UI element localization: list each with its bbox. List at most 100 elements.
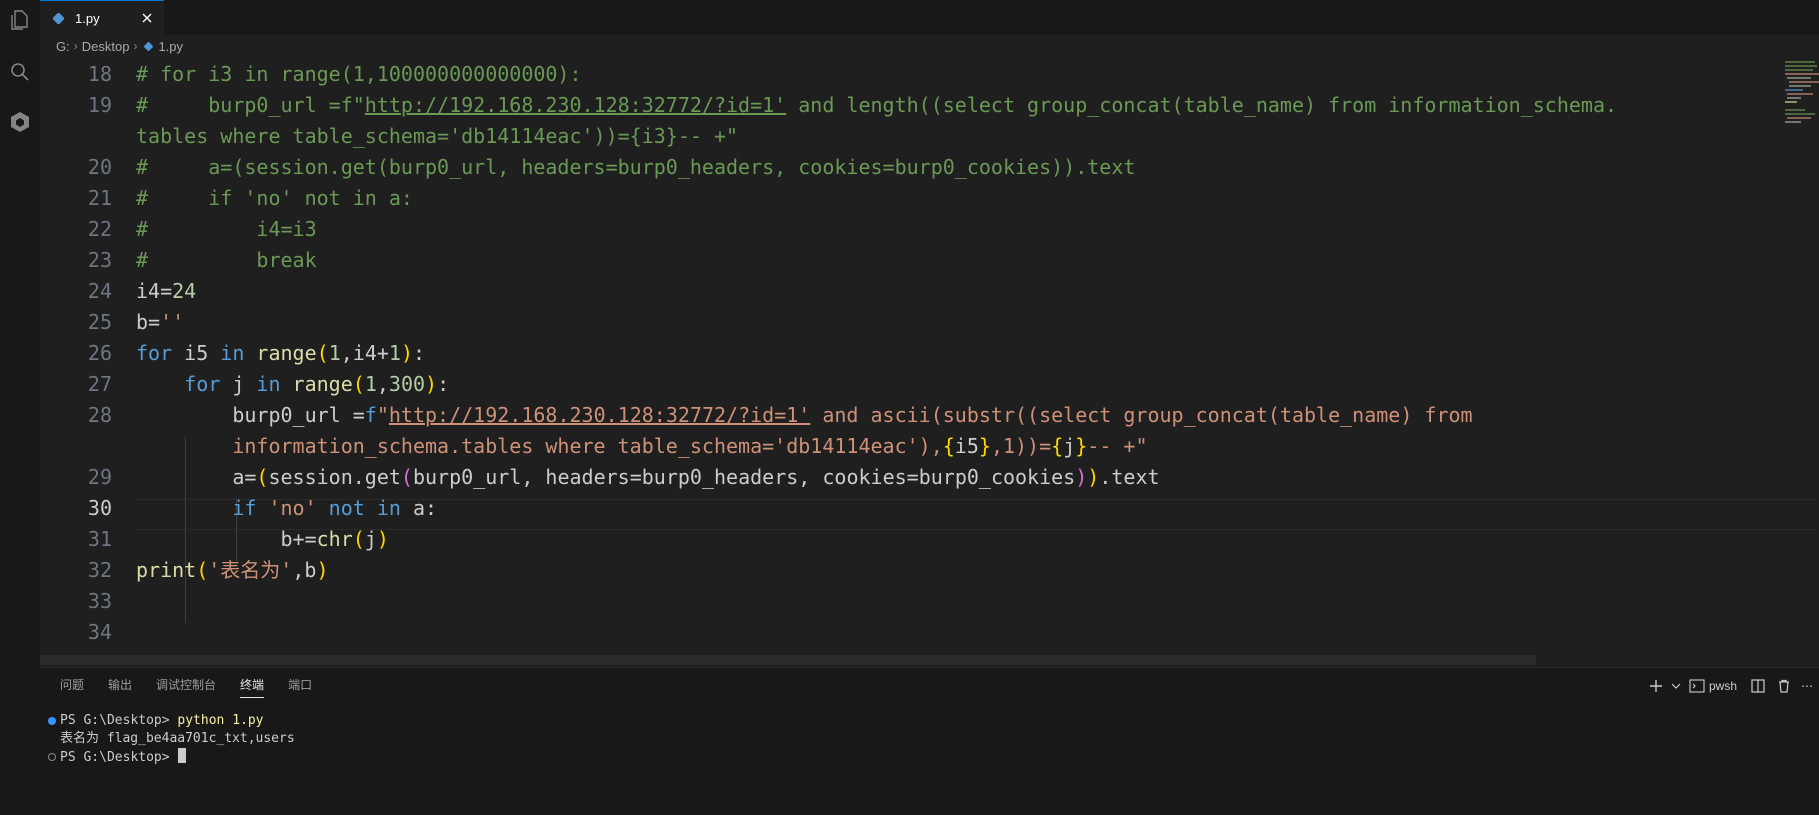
code-token: i4= xyxy=(136,279,173,303)
minimap[interactable] xyxy=(1783,57,1819,147)
line-number: 26 xyxy=(87,341,112,365)
code-token: .text xyxy=(1099,465,1160,489)
code-token: b+= xyxy=(136,527,317,551)
code-token: range xyxy=(280,372,353,396)
code-token: ( xyxy=(352,527,365,551)
line-number: 25 xyxy=(87,310,112,334)
panel-tab[interactable]: 调试控制台 xyxy=(156,668,216,703)
chevron-down-icon[interactable] xyxy=(1671,681,1681,691)
code-token: '表名为' xyxy=(208,558,293,582)
panel-tabs: 问题 输出 调试控制台 终端 端口 xyxy=(60,668,336,703)
code-token: http://192.168.230.128:32772/?id=1' xyxy=(388,403,811,427)
shell-label: pwsh xyxy=(1708,678,1737,693)
trash-icon[interactable] xyxy=(1777,679,1791,693)
line-number-gutter: 18 19 20 21 22 23 24 25 26 27 28 29 30 31 32 33 34 xyxy=(40,57,116,667)
code-editor[interactable]: 18 19 20 21 22 23 24 25 26 27 28 29 30 31 32 33 34 # for… xyxy=(40,57,1819,667)
extension-icon[interactable] xyxy=(4,106,36,138)
split-terminal-icon[interactable] xyxy=(1751,678,1765,693)
chevron-right-icon: › xyxy=(133,39,138,53)
code-token: : xyxy=(413,341,426,365)
code-token: in xyxy=(220,341,245,365)
code-line: # burp0_url =f"http://192.168.230.128:32… xyxy=(136,90,1617,121)
code-token: j xyxy=(220,372,257,396)
line-number: 32 xyxy=(87,558,112,582)
code-token: " xyxy=(376,403,389,427)
code-token: } xyxy=(1075,434,1088,458)
code-line: tables where table_schema='db14114eac'))… xyxy=(136,121,738,152)
code-token: } xyxy=(978,434,991,458)
code-token: 300 xyxy=(388,372,426,396)
code-token: ) xyxy=(316,558,329,582)
code-token: in xyxy=(256,372,281,396)
more-actions-icon[interactable]: ⋯ xyxy=(1801,679,1813,693)
code-token: and length((select group_concat(table_na… xyxy=(786,93,1618,117)
code-token: # i4=i3 xyxy=(136,217,317,241)
panel-tab[interactable]: 输出 xyxy=(108,668,132,703)
code-token: # break xyxy=(136,248,317,272)
line-number: 33 xyxy=(87,589,112,613)
code-token: ( xyxy=(352,372,365,396)
horizontal-scrollbar[interactable] xyxy=(40,655,1536,665)
panel-tab[interactable]: 终端 xyxy=(240,668,265,703)
line-number: 31 xyxy=(87,527,112,551)
breadcrumb-drive[interactable]: G: xyxy=(56,39,70,54)
line-number: 22 xyxy=(87,217,112,241)
search-icon[interactable] xyxy=(4,56,36,88)
terminal-prompt: PS G:\Desktop> xyxy=(60,750,178,765)
code-token: , xyxy=(376,372,389,396)
chevron-right-icon: › xyxy=(73,39,78,53)
terminal-shell-selector[interactable]: pwsh xyxy=(1689,679,1737,693)
code-line: i4=24 xyxy=(136,276,196,307)
code-token: # a=(session.get(burp0_url, headers=burp… xyxy=(136,155,1136,179)
tab-1-py[interactable]: 1.py xyxy=(40,0,164,35)
code-token: 24 xyxy=(172,279,197,303)
line-number: 18 xyxy=(87,62,112,86)
code-token: 1 xyxy=(364,372,377,396)
code-token: ,1))= xyxy=(990,434,1052,458)
code-token: session.get xyxy=(268,465,401,489)
terminal-cursor xyxy=(178,748,187,763)
code-line: for i5 in range(1,i4+1): xyxy=(136,338,425,369)
code-line: print('表名为',b) xyxy=(136,555,329,586)
code-token: # for i3 in range(1,100000000000000): xyxy=(136,62,582,86)
code-token: not in xyxy=(316,496,401,520)
breadcrumb-folder[interactable]: Desktop xyxy=(82,39,130,54)
code-token: http://192.168.230.128:32772/?id=1' xyxy=(364,93,787,117)
panel-tab[interactable]: 问题 xyxy=(60,668,84,703)
code-token: for xyxy=(136,341,173,365)
code-token: '' xyxy=(160,310,185,334)
close-icon[interactable] xyxy=(138,9,156,27)
breadcrumb-file[interactable]: 1.py xyxy=(158,39,183,54)
code-token: i5 xyxy=(172,341,221,365)
code-token: ) xyxy=(400,341,413,365)
explorer-icon[interactable] xyxy=(4,4,36,36)
panel-tab[interactable]: 端口 xyxy=(288,668,312,703)
python-file-icon xyxy=(143,41,154,51)
code-token: ( xyxy=(256,465,269,489)
code-token: and ascii(substr((select group_concat(ta… xyxy=(810,403,1473,427)
code-token: ) xyxy=(425,372,438,396)
tab-label: 1.py xyxy=(75,10,100,26)
code-token: burp0_url, headers=burp0_headers, cookie… xyxy=(412,465,1076,489)
code-token: 1 xyxy=(388,341,401,365)
add-terminal-icon[interactable] xyxy=(1649,679,1663,693)
code-line: if 'no' not in a: xyxy=(136,493,437,524)
code-token: 1 xyxy=(328,341,341,365)
code-token: b= xyxy=(136,310,161,334)
code-token: j xyxy=(1063,434,1076,458)
code-token: ) xyxy=(1087,465,1100,489)
code-line: information_schema.tables where table_sc… xyxy=(136,431,1147,462)
line-number: 24 xyxy=(87,279,112,303)
code-line: burp0_url =f"http://192.168.230.128:3277… xyxy=(136,400,1473,431)
code-token: ( xyxy=(196,558,209,582)
code-content[interactable]: # for i3 in range(1,100000000000000): # b… xyxy=(136,57,1816,667)
code-token: # if 'no' not in a: xyxy=(136,186,413,210)
line-number: 34 xyxy=(87,620,112,644)
python-file-icon xyxy=(52,11,65,25)
code-token: { xyxy=(1051,434,1064,458)
code-line: # i4=i3 xyxy=(136,214,317,245)
line-number: 28 xyxy=(87,403,112,427)
line-number: 21 xyxy=(87,186,112,210)
